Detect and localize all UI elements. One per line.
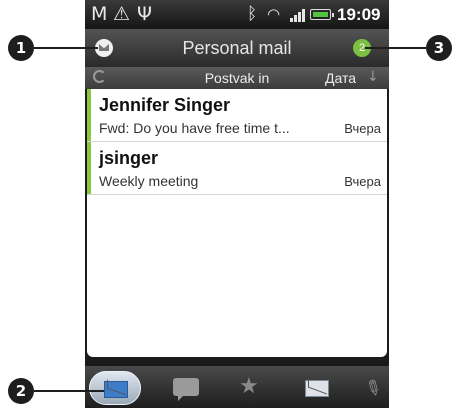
unread-indicator xyxy=(87,89,91,141)
status-time: 19:09 xyxy=(337,5,381,24)
tab-attachments[interactable]: ✎ xyxy=(351,371,389,405)
warning-icon: ⚠ xyxy=(113,3,131,25)
message-item[interactable]: Jennifer Singer Fwd: Do you have free ti… xyxy=(87,89,387,142)
message-sender: jsinger xyxy=(99,148,159,168)
callout-3: 3 xyxy=(426,35,452,61)
tab-inbox[interactable] xyxy=(89,371,141,405)
attachment-icon: ✎ xyxy=(360,373,387,403)
usb-icon: Ψ xyxy=(137,3,152,25)
tab-unread[interactable] xyxy=(291,371,343,405)
signal-icon xyxy=(290,8,306,22)
sort-arrow-icon[interactable]: ↓ xyxy=(367,69,379,85)
folder-bar: Postvak in Дата ↓ xyxy=(85,67,389,89)
message-subject: Fwd: Do you have free time t... xyxy=(99,120,290,136)
message-date: Вчера xyxy=(344,174,381,189)
unread-indicator xyxy=(87,142,91,194)
bluetooth-icon: ᛒ xyxy=(247,4,258,24)
mail-inbox-icon xyxy=(104,381,128,398)
message-subject: Weekly meeting xyxy=(99,173,199,189)
title-bar: Personal mail 2 xyxy=(85,29,389,68)
tab-vip[interactable]: ★ xyxy=(225,371,277,405)
status-bar: M ⚠ Ψ ᛒ ◠ 19:09 xyxy=(85,0,389,29)
message-list: Jennifer Singer Fwd: Do you have free ti… xyxy=(87,89,387,357)
message-date: Вчера xyxy=(344,121,381,136)
callout-1: 1 xyxy=(8,35,34,61)
vip-star-icon: ★ xyxy=(239,374,259,399)
account-title: Personal mail xyxy=(182,38,292,58)
message-sender: Jennifer Singer xyxy=(99,95,231,115)
message-item[interactable]: jsinger Weekly meeting Вчера xyxy=(87,142,387,195)
callout-2: 2 xyxy=(8,378,34,404)
wifi-icon: ◠ xyxy=(267,5,281,23)
callout-1-line xyxy=(34,47,98,49)
bottom-tab-bar: ★ ✎ xyxy=(85,366,389,408)
callout-2-line xyxy=(34,390,104,392)
sort-label[interactable]: Дата xyxy=(325,70,356,86)
callout-3-line xyxy=(365,47,426,49)
gmail-icon: M xyxy=(91,3,108,25)
battery-icon xyxy=(310,9,334,20)
conversation-icon xyxy=(173,378,199,401)
phone-screen: M ⚠ Ψ ᛒ ◠ 19:09 Personal mail 2 Postvak … xyxy=(85,0,389,408)
unread-mail-icon xyxy=(305,380,329,397)
tab-conversations[interactable] xyxy=(159,371,211,405)
